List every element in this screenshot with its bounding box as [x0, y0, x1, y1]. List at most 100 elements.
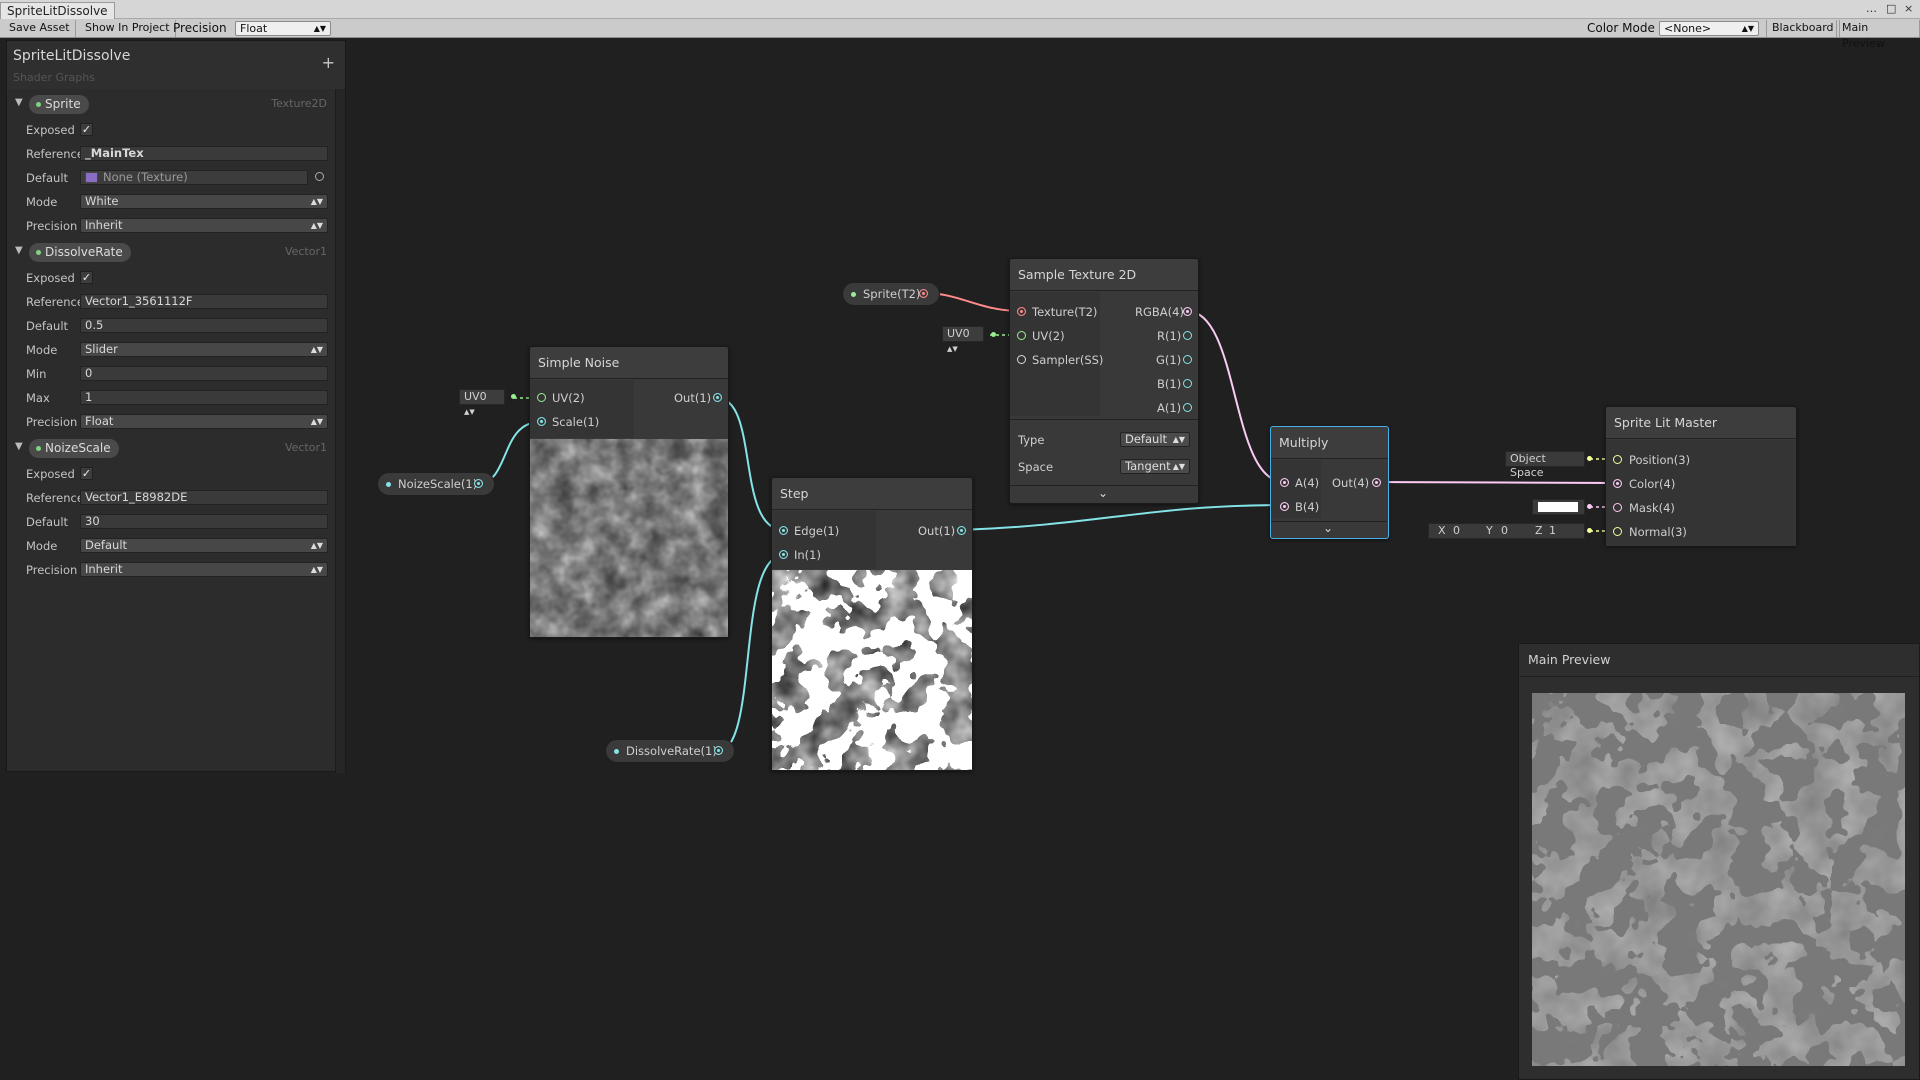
uv-port[interactable] [1017, 331, 1026, 340]
max-field[interactable]: 1 [80, 390, 328, 405]
exposed-checkbox[interactable]: ✓ [80, 123, 93, 136]
noizescale-property-node[interactable]: NoizeScale(1) [377, 472, 495, 496]
node-title[interactable]: Multiply [1271, 427, 1388, 459]
reference-field[interactable]: Vector1_E8982DE [80, 490, 328, 505]
out-port[interactable] [957, 526, 966, 535]
position-space-input[interactable]: Object Space [1505, 451, 1585, 479]
object-picker-icon[interactable] [315, 172, 324, 181]
a-port[interactable] [1280, 478, 1289, 487]
mode-dropdown[interactable]: Default ▲▼ [80, 538, 328, 553]
step-node[interactable]: Step Edge(1) In(1) Out(1) [771, 477, 973, 771]
property-pill[interactable]: DissolveRate [29, 243, 131, 262]
mask-input-port[interactable] [1587, 504, 1592, 509]
port-label: G(1) [1156, 353, 1182, 367]
y-field[interactable]: 0 [1501, 524, 1521, 538]
chevron-down-icon[interactable]: ▼ [15, 97, 23, 108]
dissolverate-property-node[interactable]: DissolveRate(1) [605, 739, 735, 763]
color-mode-select[interactable]: <None> ▲▼ [1659, 21, 1759, 36]
maximize-icon[interactable]: □ [1886, 2, 1896, 16]
color-port[interactable] [1613, 479, 1622, 488]
x-field[interactable]: 0 [1453, 524, 1473, 538]
type-dropdown[interactable]: Default ▲▼ [1120, 432, 1190, 447]
texture-port[interactable] [1017, 307, 1026, 316]
b-port[interactable] [1280, 502, 1289, 511]
r-port[interactable] [1183, 331, 1192, 340]
row-label: Default [26, 319, 69, 333]
close-icon[interactable]: × [1904, 2, 1913, 16]
space-dropdown[interactable]: Tangent ▲▼ [1120, 459, 1190, 474]
z-field[interactable]: 1 [1549, 524, 1569, 538]
uv-input-port[interactable] [991, 332, 996, 337]
sampler-port[interactable] [1017, 355, 1026, 364]
node-title[interactable]: Sample Texture 2D [1010, 259, 1198, 291]
menu-icon[interactable]: … [1866, 2, 1877, 16]
default-field[interactable]: 30 [80, 514, 328, 529]
a-port[interactable] [1183, 403, 1192, 412]
reference-field[interactable]: Vector1_3561112F [80, 294, 328, 309]
reference-field[interactable]: _MainTex [80, 146, 328, 161]
node-title[interactable]: Step [772, 478, 972, 510]
node-title[interactable]: Simple Noise [530, 347, 728, 379]
position-port[interactable] [1613, 455, 1622, 464]
main-preview-image[interactable] [1532, 693, 1905, 1066]
precision-dropdown[interactable]: Float ▲▼ [80, 414, 328, 429]
collapse-chevron-icon[interactable]: ⌄ [1323, 521, 1333, 535]
simple-noise-node[interactable]: Simple Noise UV(2) Scale(1) Out(1) [529, 346, 729, 638]
precision-dropdown[interactable]: Inherit ▲▼ [80, 218, 328, 233]
sample-texture-2d-node[interactable]: Sample Texture 2D Texture(T2) UV(2) Samp… [1009, 258, 1199, 504]
out-port[interactable] [919, 289, 928, 298]
out-port[interactable] [714, 746, 723, 755]
property-pill[interactable]: Sprite [29, 95, 89, 114]
scale-port[interactable] [537, 417, 546, 426]
property-dissolverate[interactable]: ▼ DissolveRate Vector1 [13, 241, 333, 263]
show-in-project-button[interactable]: Show In Project [80, 20, 176, 37]
main-preview-title: Main Preview [1528, 652, 1611, 667]
rgba-port[interactable] [1183, 307, 1192, 316]
exposed-checkbox[interactable]: ✓ [80, 271, 93, 284]
mask-color-input[interactable] [1532, 499, 1585, 515]
mode-dropdown[interactable]: White ▲▼ [80, 194, 328, 209]
main-preview-panel[interactable]: Main Preview [1518, 643, 1920, 1080]
property-noizescale[interactable]: ▼ NoizeScale Vector1 [13, 437, 333, 459]
uv-input-dropdown[interactable]: UV0 ▲▼ [459, 389, 505, 416]
property-pill[interactable]: NoizeScale [29, 439, 119, 458]
position-input-port[interactable] [1587, 456, 1592, 461]
node-title[interactable]: Sprite Lit Master [1606, 407, 1796, 439]
blackboard-scrollbar[interactable] [335, 89, 345, 773]
b-port[interactable] [1183, 379, 1192, 388]
add-property-button[interactable]: + [322, 53, 335, 72]
multiply-node[interactable]: Multiply A(4) B(4) Out(4) ⌄ [1270, 426, 1389, 539]
window-tab[interactable]: SpriteLitDissolve [0, 2, 115, 19]
g-port[interactable] [1183, 355, 1192, 364]
sprite-property-node[interactable]: Sprite(T2) [842, 282, 940, 306]
precision-select[interactable]: Float ▲▼ [235, 21, 331, 36]
normal-input-port[interactable] [1587, 528, 1592, 533]
default-field[interactable]: 0.5 [80, 318, 328, 333]
mask-port[interactable] [1613, 503, 1622, 512]
normal-port[interactable] [1613, 527, 1622, 536]
normal-vector-input[interactable]: X 0 Y 0 Z 1 [1428, 523, 1585, 539]
min-field[interactable]: 0 [80, 366, 328, 381]
out-port[interactable] [713, 393, 722, 402]
precision-dropdown[interactable]: Inherit ▲▼ [80, 562, 328, 577]
color-swatch[interactable] [1538, 502, 1578, 512]
in-port[interactable] [779, 550, 788, 559]
edge-port[interactable] [779, 526, 788, 535]
uv-port[interactable] [537, 393, 546, 402]
main-preview-toggle[interactable]: Main Preview [1836, 20, 1920, 50]
mode-dropdown[interactable]: Slider ▲▼ [80, 342, 328, 357]
save-asset-button[interactable]: Save Asset [4, 20, 76, 37]
uv-input-dropdown[interactable]: UV0 ▲▼ [942, 326, 984, 353]
chevron-down-icon[interactable]: ▼ [15, 441, 23, 452]
property-sprite[interactable]: ▼ Sprite Texture2D [13, 93, 333, 115]
out-port[interactable] [1372, 478, 1381, 487]
chevron-down-icon[interactable]: ▼ [15, 245, 23, 256]
blackboard-toggle[interactable]: Blackboard [1766, 20, 1840, 37]
out-port[interactable] [474, 479, 483, 488]
sprite-lit-master-node[interactable]: Sprite Lit Master Position(3) Color(4) M… [1605, 406, 1797, 546]
default-texture-field[interactable]: None (Texture) [80, 170, 308, 185]
collapse-chevron-icon[interactable]: ⌄ [1098, 486, 1108, 500]
port-label: Mask(4) [1629, 501, 1675, 515]
exposed-checkbox[interactable]: ✓ [80, 467, 93, 480]
uv-input-port[interactable] [511, 394, 516, 399]
